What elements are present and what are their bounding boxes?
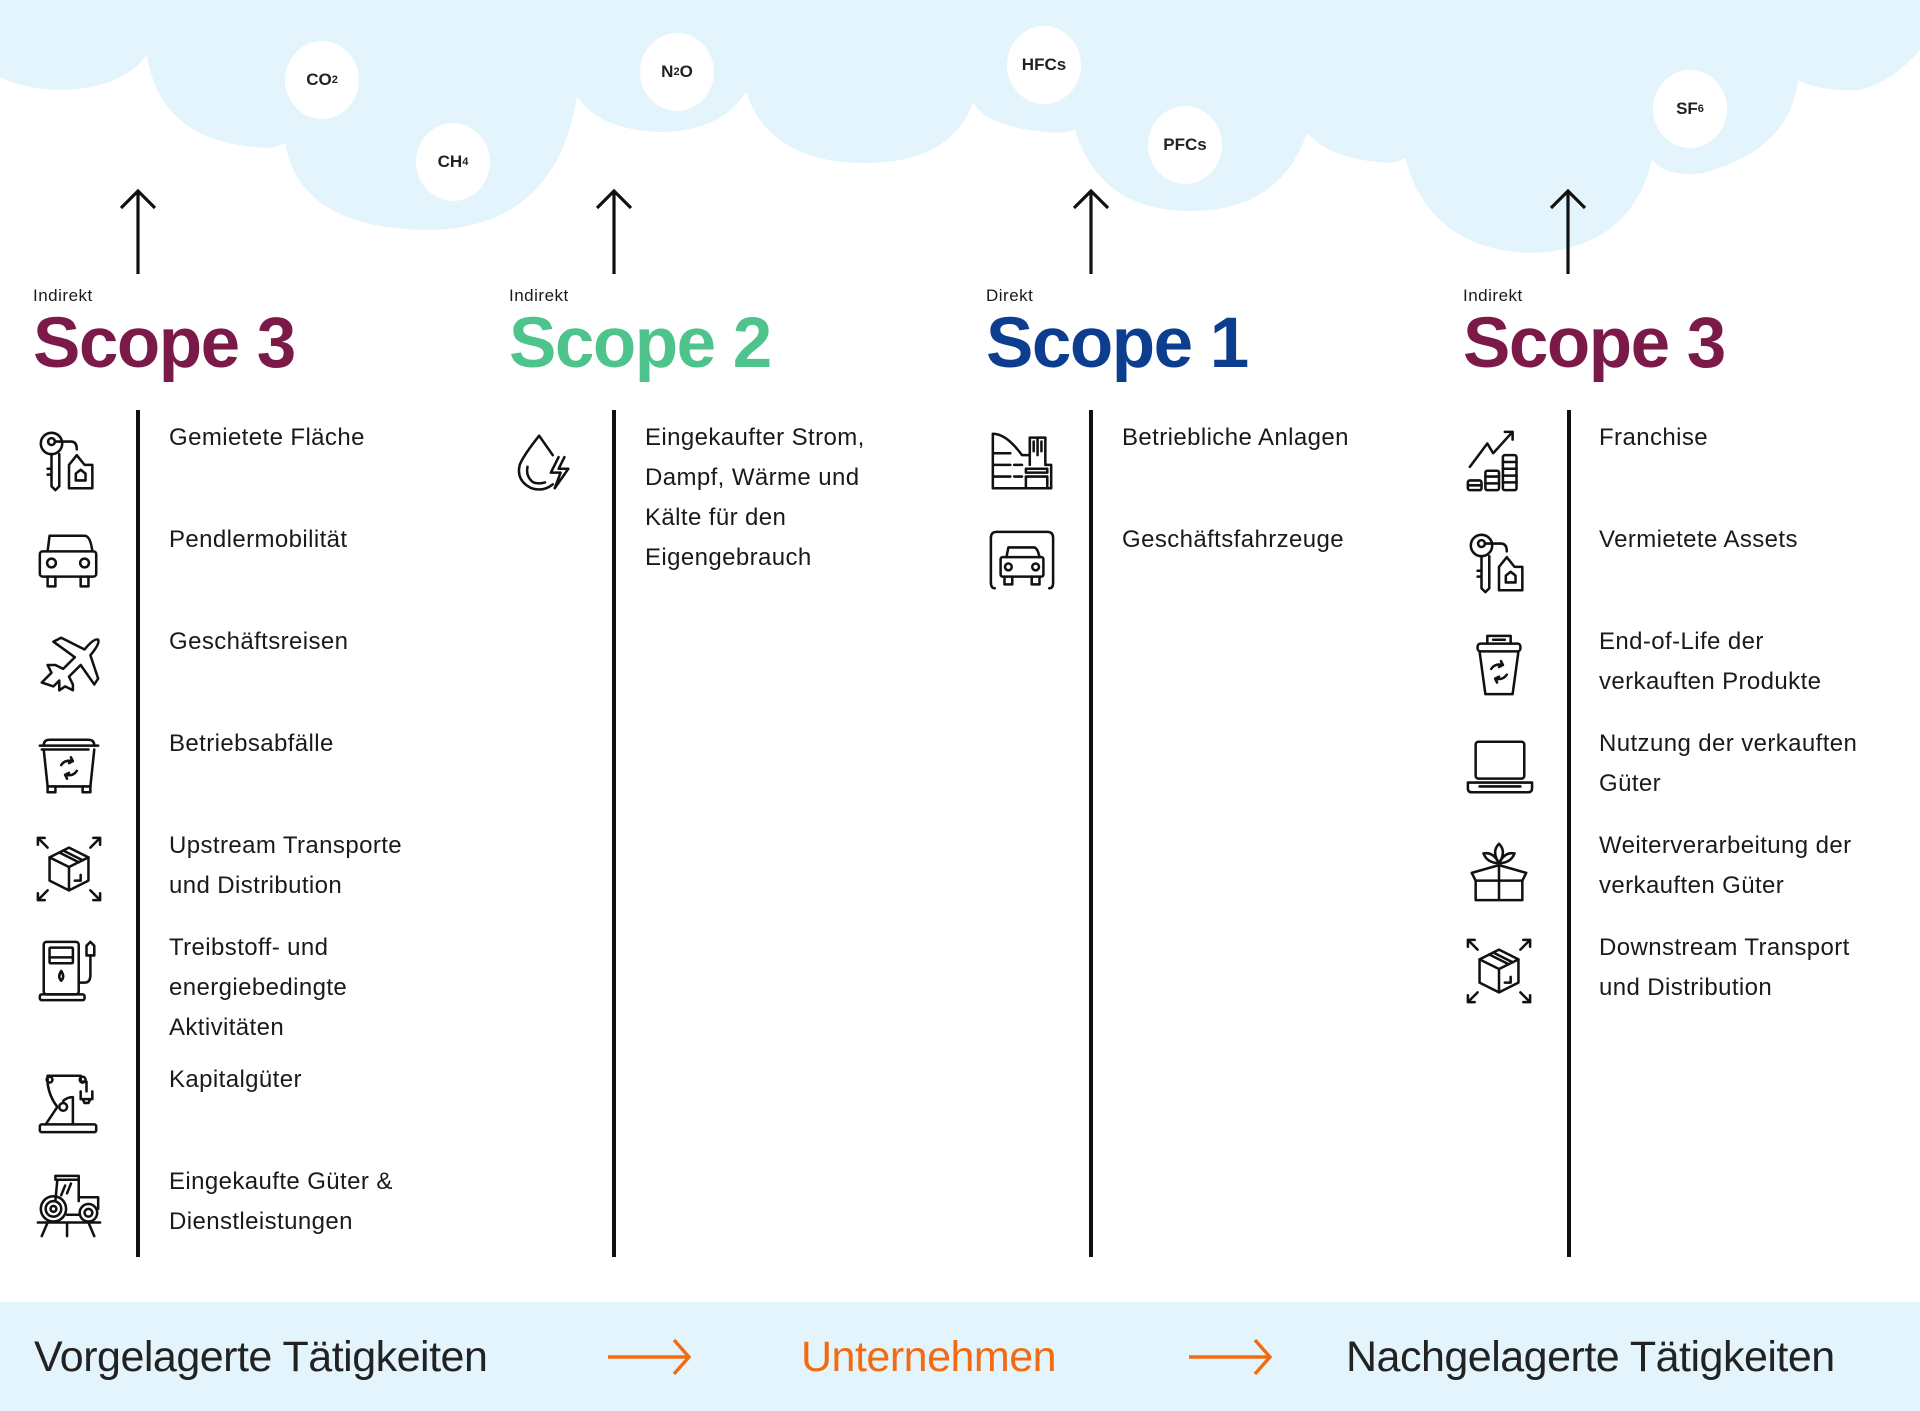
value-chain-bar: Vorgelagerte Tätigkeiten Unternehmen Nac… <box>0 1302 1920 1411</box>
gas-n2o: N2O <box>640 33 714 111</box>
gas-sf6: SF 6 <box>1653 70 1727 148</box>
emission-category: Geschäftsfahrzeuge <box>1122 526 1344 553</box>
emission-category: Betriebsabfälle <box>169 730 334 757</box>
emission-category: Upstream Transporte und Distribution <box>169 832 403 899</box>
gas-label: SF <box>1676 99 1698 118</box>
gas-subscript: 2 <box>331 74 338 86</box>
upstream-activities-label: Vorgelagerte Tätigkeiten <box>34 1333 488 1381</box>
recycling-container-icon <box>38 738 100 794</box>
recycling-bin-icon <box>1476 634 1522 696</box>
gas-subscript: 4 <box>462 156 469 168</box>
gas-subscript: 6 <box>1697 103 1704 115</box>
gas-pfcs: PFCs <box>1148 106 1222 184</box>
scope-header: Indirekt Scope 2 <box>509 286 772 383</box>
scope-divider <box>612 410 616 1257</box>
emission-category: Treibstoff- und energiebedingte Aktivitä… <box>169 934 348 1041</box>
gas-label: CH <box>437 152 463 171</box>
scope-kind-label: Indirekt <box>33 286 93 305</box>
emission-arrow-up-icon <box>1549 188 1587 274</box>
key-house-tag-icon <box>39 431 94 492</box>
emission-arrow-up-icon <box>595 188 633 274</box>
gas-label-suffix: O <box>679 62 693 81</box>
box-distribution-icon <box>36 836 102 902</box>
scope-kind-label: Indirekt <box>1463 286 1523 305</box>
gas-label: HFCs <box>1021 55 1067 74</box>
fuel-pump-icon <box>38 940 96 1002</box>
emission-category: Downstream Transport und Distribution <box>1599 934 1850 1001</box>
scope-title: Scope 1 <box>986 304 1249 383</box>
scope-header: Direkt Scope 1 <box>986 286 1249 383</box>
scope-kind-label: Direkt <box>986 286 1034 305</box>
growth-coins-icon <box>1466 430 1518 492</box>
plant-box-icon <box>1470 842 1528 902</box>
emissions-cloud <box>0 0 1920 253</box>
arrow-right-icon <box>1189 1338 1273 1376</box>
box-distribution-icon <box>1466 938 1532 1004</box>
emission-category: Nutzung der verkauften Güter <box>1599 730 1858 797</box>
arrow-right-icon <box>608 1338 692 1376</box>
gas-label: N <box>661 62 674 81</box>
drop-lightning-icon <box>517 434 570 491</box>
scope-title: Scope 3 <box>33 304 296 383</box>
tractor-icon <box>36 1174 102 1238</box>
scope-kind-label: Indirekt <box>509 286 569 305</box>
scope-divider <box>1089 410 1093 1257</box>
gas-hfcs: HFCs <box>1007 26 1081 104</box>
laptop-icon <box>1466 740 1534 794</box>
emission-category: Franchise <box>1599 424 1708 451</box>
factory-icon <box>991 432 1053 490</box>
gas-co2: CO 2 <box>285 41 359 119</box>
emission-category: Weiterverarbeitung der verkauften Güter <box>1599 832 1852 899</box>
airplane-icon <box>40 636 100 692</box>
company-label: Unternehmen <box>801 1333 1057 1381</box>
emission-arrow-up-icon <box>1072 188 1110 274</box>
gas-label: PFCs <box>1163 135 1207 154</box>
emission-category: Pendlermobilität <box>169 526 348 553</box>
gas-ch4: CH 4 <box>416 123 490 201</box>
gas-label: CO <box>306 70 332 89</box>
emission-category: Kapitalgüter <box>169 1066 302 1093</box>
garage-car-icon <box>989 530 1055 590</box>
emission-category: Eingekaufte Güter & Dienstleistungen <box>169 1168 393 1235</box>
emission-category: Gemietete Fläche <box>169 424 365 451</box>
cloud-shape <box>0 0 1920 253</box>
scope-title: Scope 3 <box>1463 304 1726 383</box>
emission-category: Vermietete Assets <box>1599 526 1798 553</box>
scope-divider <box>136 410 140 1257</box>
car-icon <box>38 534 98 588</box>
emission-category: Geschäftsreisen <box>169 628 349 655</box>
emission-arrow-up-icon <box>119 188 157 274</box>
emission-category: End-of-Life der verkauften Produkte <box>1599 628 1822 695</box>
scope-header: Indirekt Scope 3 <box>33 286 296 383</box>
emission-category: Betriebliche Anlagen <box>1122 424 1349 451</box>
downstream-activities-label: Nachgelagerte Tätigkeiten <box>1346 1333 1835 1381</box>
robot-arm-icon <box>38 1074 98 1134</box>
scope-title: Scope 2 <box>509 304 772 383</box>
scope-divider <box>1567 410 1571 1257</box>
scope-header: Indirekt Scope 3 <box>1463 286 1726 383</box>
key-house-tag-icon <box>1469 533 1524 594</box>
emission-category: Eingekaufter Strom, Dampf, Wärme und Käl… <box>645 424 865 571</box>
